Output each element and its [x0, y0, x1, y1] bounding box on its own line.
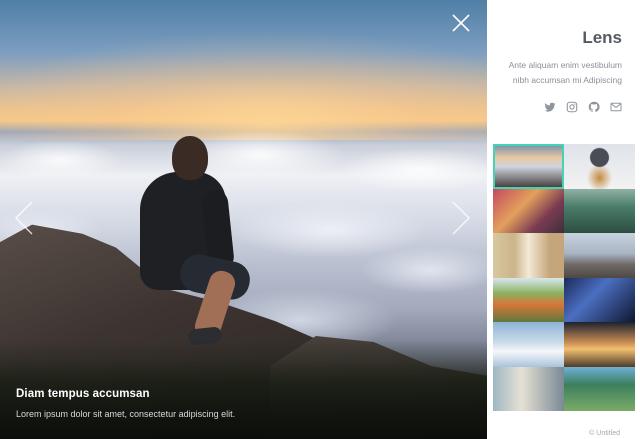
thumbnail-8[interactable] [564, 277, 635, 322]
instagram-icon [566, 101, 578, 113]
social-links [544, 100, 622, 113]
thumbnail-6[interactable] [564, 233, 635, 278]
main-image-viewer[interactable]: Diam tempus accumsan Lorem ipsum dolor s… [0, 0, 487, 439]
caption-text: Lorem ipsum dolor sit amet, consectetur … [16, 409, 236, 419]
thumbnail-9[interactable] [493, 322, 564, 367]
github-icon [588, 101, 600, 113]
footer-copyright: © Untitled [589, 430, 620, 437]
chevron-right-icon [452, 201, 470, 235]
instagram-link[interactable] [566, 100, 578, 113]
twitter-icon [544, 102, 556, 112]
caption-title: Diam tempus accumsan [16, 388, 150, 400]
thumbnail-10[interactable] [564, 322, 635, 367]
hiker-figure [110, 130, 260, 350]
chevron-left-icon [15, 201, 33, 235]
envelope-icon [610, 102, 622, 112]
thumbnail-12[interactable] [564, 366, 635, 411]
thumbnail-grid [493, 144, 635, 411]
lens-gallery: Diam tempus accumsan Lorem ipsum dolor s… [0, 0, 640, 439]
thumbnail-4[interactable] [564, 188, 635, 233]
close-icon [452, 14, 470, 32]
thumbnail-2[interactable] [564, 144, 635, 189]
site-tagline: Ante aliquam enim vestibulum nibh accums… [508, 60, 622, 85]
thumbnail-5[interactable] [493, 233, 564, 278]
thumbnail-1[interactable] [493, 144, 564, 189]
next-image-button[interactable] [449, 200, 473, 236]
twitter-link[interactable] [544, 100, 556, 112]
thumbnail-7[interactable] [493, 277, 564, 322]
site-title[interactable]: Lens [582, 28, 622, 48]
github-link[interactable] [588, 100, 600, 113]
previous-image-button[interactable] [12, 200, 36, 236]
thumbnail-3[interactable] [493, 188, 564, 233]
close-button[interactable] [450, 12, 472, 34]
thumbnail-11[interactable] [493, 366, 564, 411]
email-link[interactable] [610, 100, 622, 112]
sidebar-panel: Lens Ante aliquam enim vestibulum nibh a… [487, 0, 640, 439]
